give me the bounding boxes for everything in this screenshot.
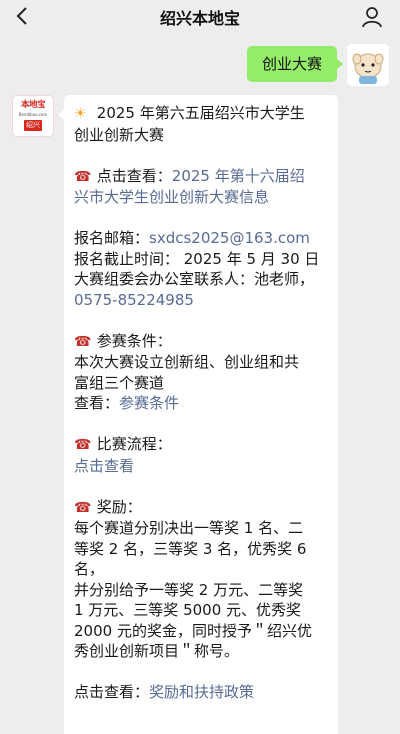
cartoon-avatar-icon xyxy=(347,44,389,86)
message-title-line-2: 创业创新大赛 xyxy=(74,125,165,144)
chat-title: 绍兴本地宝 xyxy=(159,9,240,28)
email-line: 报名邮箱：sxdcs2025@163.com xyxy=(74,229,310,247)
conditions-view-line: 查看：参赛条件 xyxy=(74,394,180,412)
phone-icon: ☎ xyxy=(74,168,92,185)
logo-subtext: Bendibao.com xyxy=(18,112,48,117)
policy-link[interactable]: 奖励和扶持政策 xyxy=(149,683,254,701)
award-line-7: 秀创业创新项目＂称号。 xyxy=(74,642,240,660)
award-line-1: 每个赛道分别决出一等奖 1 名、二 xyxy=(74,519,304,537)
conditions-heading: ☎ 参赛条件： xyxy=(74,331,328,353)
incoming-message-bubble: ☀ 2025 年第六五届绍兴市大学生 创业创新大赛 ☎ 点击查看：2025 年第… xyxy=(64,95,338,734)
logo-city: 绍兴 xyxy=(24,120,42,131)
account-avatar[interactable]: 本地宝 Bendibao.com 绍兴 xyxy=(12,95,54,137)
award-line-6: 2000 元的奖金，同时授予＂绍兴优 xyxy=(74,621,312,640)
outgoing-message-text: 创业大赛 xyxy=(261,55,322,73)
info-link-part-1[interactable]: 2025 年第十六届绍 xyxy=(172,167,305,185)
user-profile-icon[interactable] xyxy=(360,5,384,29)
phone-icon: ☎ xyxy=(74,333,92,350)
policy-line: 点击查看：奖励和扶持政策 xyxy=(74,683,255,701)
award-line-5: 1 万元、三等奖 5000 元、优秀奖 xyxy=(74,601,302,619)
flow-link[interactable]: 点击查看 xyxy=(74,456,328,477)
my-avatar[interactable] xyxy=(347,44,389,86)
phone-icon: ☎ xyxy=(74,437,92,453)
outgoing-message-bubble[interactable]: 创业大赛 xyxy=(247,46,343,82)
phone-icon: ☎ xyxy=(74,499,92,516)
award-heading: ☎ 奖励： xyxy=(74,497,328,519)
top-bar: 绍兴本地宝 xyxy=(0,0,400,34)
sun-icon: ☀ xyxy=(74,106,87,122)
award-line-2: 等奖 2 名，三等奖 3 名，优秀奖 6 xyxy=(74,539,307,558)
conditions-link[interactable]: 参赛条件 xyxy=(119,394,179,412)
award-line-3: 名， xyxy=(74,560,105,578)
check-line-1: ☎ 点击查看：2025 年第十六届绍 xyxy=(74,166,328,188)
deadline-line: 报名截止时间： 2025 年 5 月 30 日 xyxy=(74,249,320,268)
info-link-part-2[interactable]: 兴市大学生创业创新大赛信息 xyxy=(74,187,328,208)
logo-text: 本地宝 xyxy=(20,100,46,110)
email-link[interactable]: sxdcs2025@163.com xyxy=(149,229,310,247)
conditions-line-2: 富组三个赛道 xyxy=(74,373,165,392)
phone-number-link[interactable]: 0575-85224985 xyxy=(74,290,328,311)
conditions-line-1: 本次大赛设立创新组、创业组和共 xyxy=(74,353,300,371)
flow-heading: ☎ 比赛流程： xyxy=(74,434,328,456)
message-title-line-1: ☀ 2025 年第六五届绍兴市大学生 xyxy=(74,103,328,125)
contact-line: 大赛组委会办公室联系人：池老师， xyxy=(74,270,315,288)
award-line-4: 并分别给予一等奖 2 万元、二等奖 xyxy=(74,580,304,599)
